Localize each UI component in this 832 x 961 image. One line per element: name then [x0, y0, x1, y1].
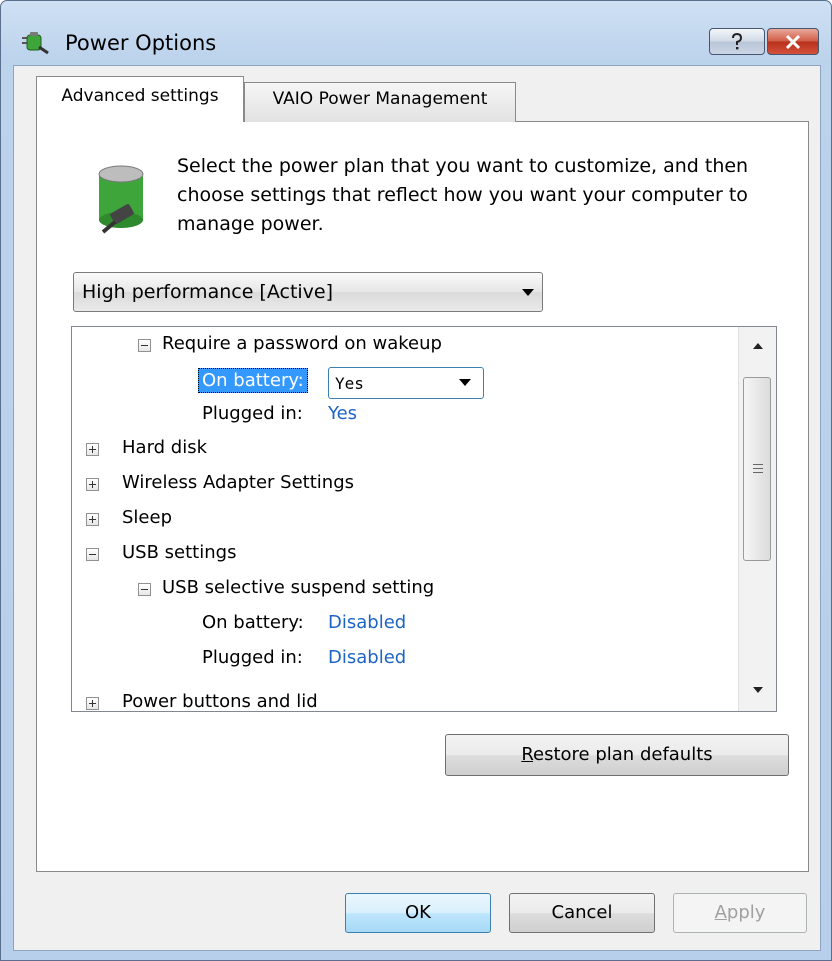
restore-plan-defaults-button[interactable]: Restore plan defaults — [445, 734, 789, 776]
intro-text: Select the power plan that you want to c… — [177, 155, 749, 235]
scroll-thumb[interactable] — [743, 377, 771, 561]
power-plan-select[interactable]: High performance [Active] — [73, 272, 543, 312]
collapse-icon[interactable] — [86, 548, 99, 561]
title-bar[interactable]: Power Options — [1, 1, 831, 65]
power-plan-value: High performance [Active] — [82, 281, 334, 303]
vertical-scrollbar[interactable] — [738, 327, 776, 711]
power-options-window: Power Options Advanced settings VAIO Pow… — [0, 0, 832, 961]
on-battery-label: On battery: — [202, 612, 304, 633]
chevron-down-icon — [459, 379, 471, 386]
settings-tree[interactable]: Require a password on wakeup On battery:… — [71, 326, 777, 712]
expand-icon[interactable] — [86, 478, 99, 491]
advanced-settings-page: Select the power plan that you want to c… — [36, 121, 809, 872]
on-battery-value[interactable]: Disabled — [328, 612, 406, 633]
plugged-in-label: Plugged in: — [202, 647, 303, 668]
plugged-in-value[interactable]: Disabled — [328, 647, 406, 668]
arrow-up-icon — [753, 343, 763, 349]
plugged-in-label: Plugged in: — [202, 403, 303, 424]
on-battery-select-value: Yes — [335, 374, 364, 393]
question-icon — [732, 32, 743, 49]
chevron-down-icon — [522, 289, 534, 296]
arrow-down-icon — [753, 687, 763, 693]
close-button[interactable] — [767, 28, 819, 55]
tab-vaio-power-management[interactable]: VAIO Power Management — [244, 82, 516, 122]
window-title: Power Options — [65, 31, 217, 55]
close-icon — [785, 34, 801, 49]
expand-icon[interactable] — [86, 513, 99, 526]
scroll-down-button[interactable] — [739, 677, 776, 711]
apply-button[interactable]: Apply — [673, 893, 807, 933]
collapse-icon[interactable] — [138, 339, 151, 352]
expand-icon[interactable] — [86, 443, 99, 456]
tab-advanced-settings[interactable]: Advanced settings — [36, 76, 244, 122]
on-battery-select[interactable]: Yes — [328, 367, 484, 399]
cancel-button[interactable]: Cancel — [509, 893, 655, 933]
ok-button[interactable]: OK — [345, 893, 491, 933]
scroll-up-button[interactable] — [739, 327, 776, 361]
on-battery-label: On battery: — [198, 368, 308, 393]
collapse-icon[interactable] — [138, 583, 151, 596]
power-options-icon — [22, 32, 49, 55]
help-button[interactable] — [709, 28, 765, 55]
plugged-in-value[interactable]: Yes — [328, 403, 357, 424]
battery-plug-icon — [98, 165, 144, 234]
dialog-client-area: Advanced settings VAIO Power Management … — [13, 65, 821, 951]
expand-icon[interactable] — [86, 697, 99, 710]
